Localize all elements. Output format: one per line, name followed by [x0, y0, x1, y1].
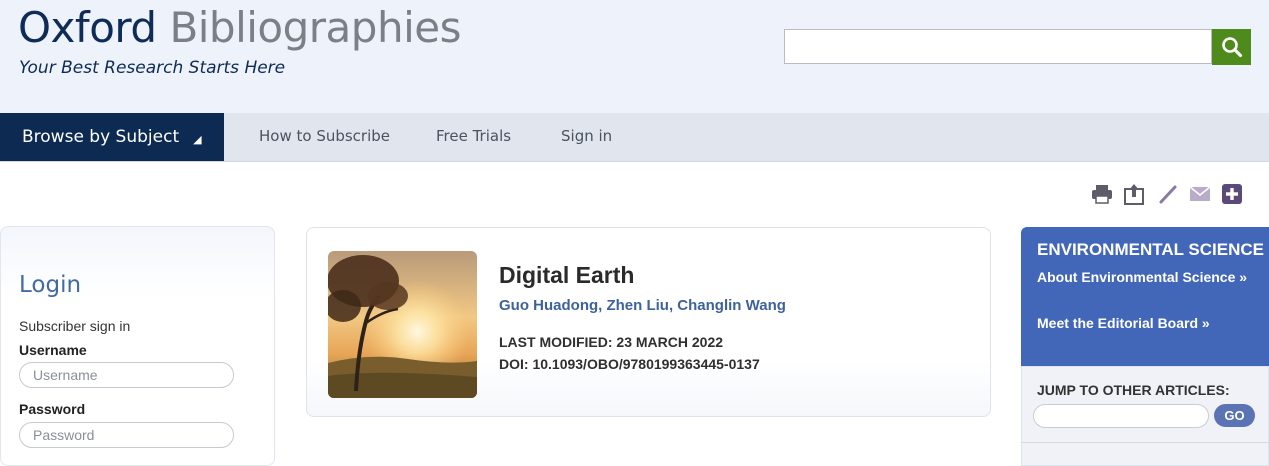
- article-title[interactable]: Digital Earth: [499, 262, 634, 289]
- search-button[interactable]: [1212, 29, 1251, 65]
- browse-by-subject-button[interactable]: Browse by Subject ◢: [0, 113, 224, 161]
- share-icon[interactable]: [1123, 183, 1145, 205]
- username-label: Username: [19, 342, 87, 358]
- logo-primary-text: Oxford: [18, 3, 157, 52]
- site-header: Oxford Bibliographies Your Best Research…: [0, 0, 1269, 113]
- search-input[interactable]: [784, 29, 1212, 64]
- go-button[interactable]: GO: [1214, 404, 1255, 427]
- browse-label: Browse by Subject: [22, 127, 180, 147]
- username-field[interactable]: [19, 362, 234, 388]
- logo-secondary-text: Bibliographies: [169, 3, 461, 52]
- jump-article-input[interactable]: [1033, 404, 1209, 428]
- subject-title: ENVIRONMENTAL SCIENCE: [1037, 240, 1265, 259]
- email-icon[interactable]: [1189, 186, 1211, 202]
- article-thumbnail: [328, 251, 477, 398]
- edit-icon[interactable]: [1157, 183, 1179, 205]
- nav-sign-in[interactable]: Sign in: [561, 113, 612, 161]
- article-toolbar: [1091, 183, 1243, 205]
- login-subtitle: Subscriber sign in: [19, 318, 131, 334]
- login-title: Login: [19, 272, 82, 298]
- about-subject-link[interactable]: About Environmental Science »: [1037, 267, 1262, 287]
- triangle-up-icon: ◢: [193, 132, 202, 146]
- site-logo[interactable]: Oxford Bibliographies: [18, 2, 461, 54]
- nav-free-trials[interactable]: Free Trials: [436, 113, 511, 161]
- editorial-board-link[interactable]: Meet the Editorial Board »: [1037, 313, 1262, 333]
- add-icon[interactable]: [1221, 183, 1243, 205]
- search-icon: [1221, 37, 1242, 58]
- site-tagline: Your Best Research Starts Here: [19, 58, 286, 78]
- print-icon[interactable]: [1091, 184, 1113, 204]
- article-doi: DOI: 10.1093/OBO/9780199363445-0137: [499, 356, 760, 372]
- jump-divider: [1021, 442, 1269, 443]
- main-nav: Browse by Subject ◢ How to Subscribe Fre…: [0, 113, 1269, 162]
- password-label: Password: [19, 401, 86, 417]
- article-last-modified: LAST MODIFIED: 23 MARCH 2022: [499, 334, 724, 350]
- nav-how-to-subscribe[interactable]: How to Subscribe: [259, 113, 390, 161]
- jump-title: JUMP TO OTHER ARTICLES:: [1037, 382, 1230, 398]
- password-field[interactable]: [19, 422, 234, 448]
- article-authors[interactable]: Guo Huadong, Zhen Liu, Changlin Wang: [499, 297, 786, 314]
